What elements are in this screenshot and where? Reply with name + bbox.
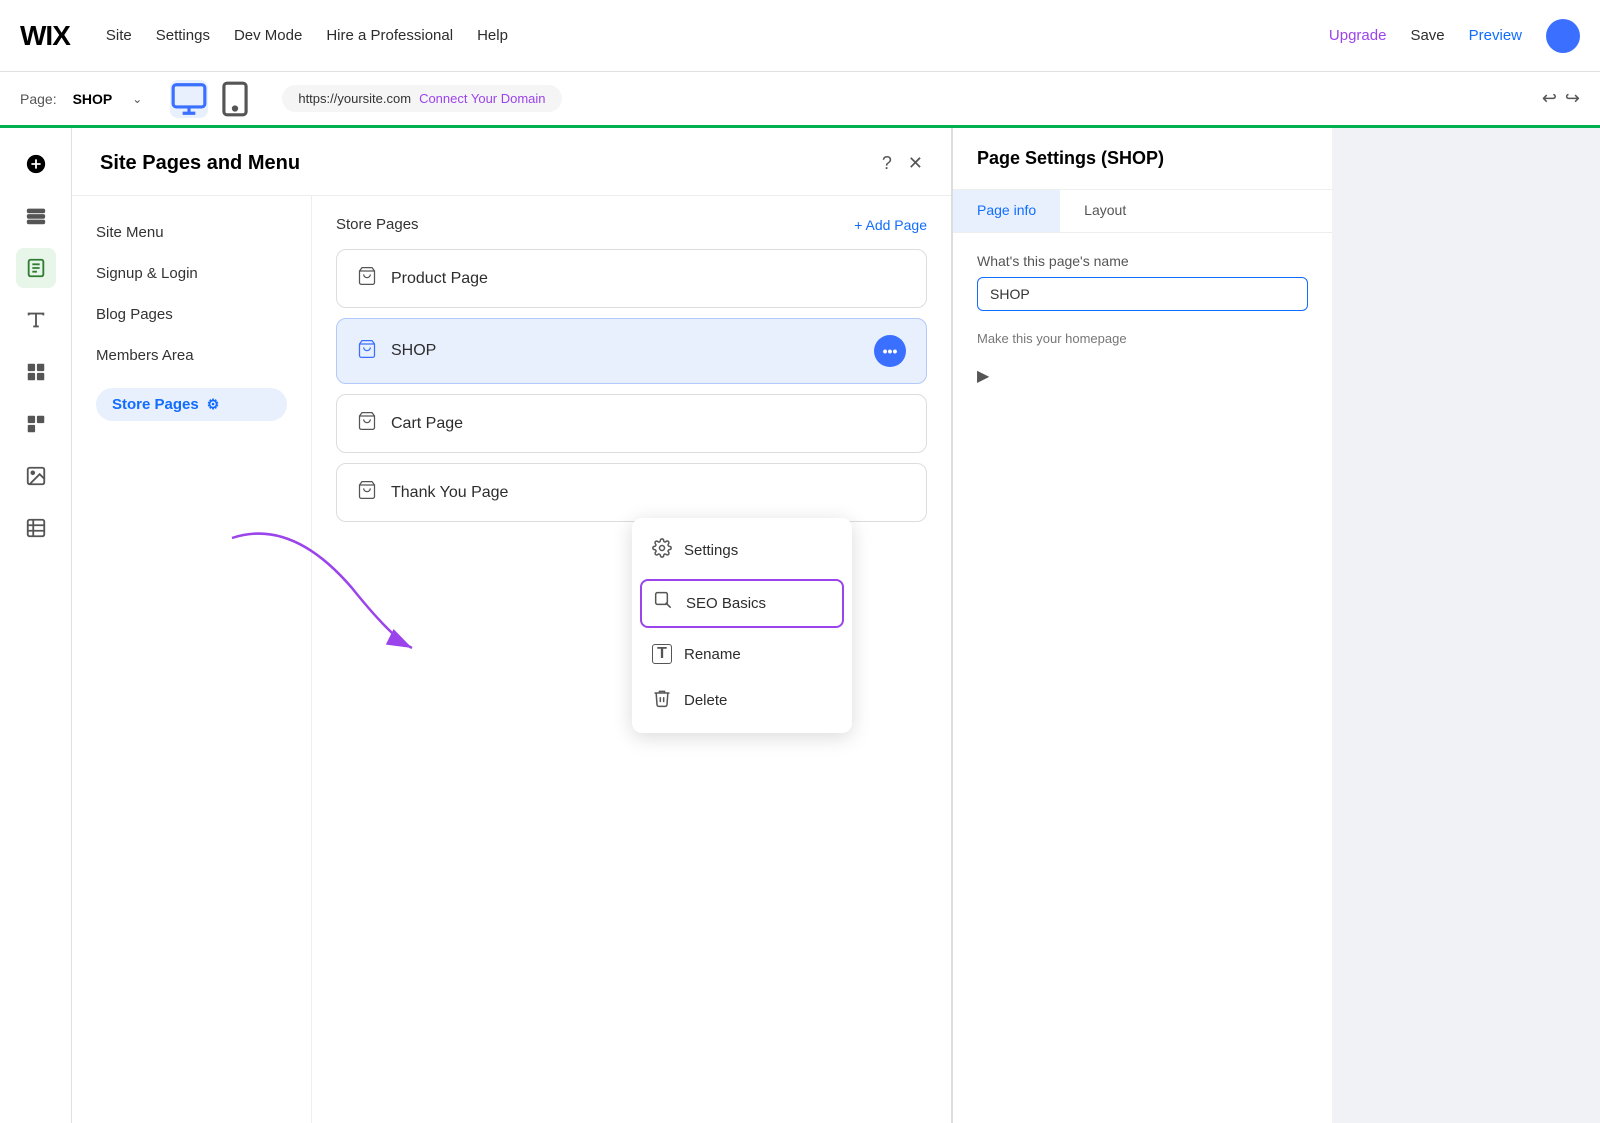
shop-page-icon <box>357 339 377 364</box>
thankyou-page-label: Thank You Page <box>391 484 508 502</box>
sidebar-plugins-icon[interactable] <box>16 404 56 444</box>
sidebar-table-icon[interactable] <box>16 508 56 548</box>
device-buttons <box>170 80 254 118</box>
panel-title: Site Pages and Menu <box>100 152 300 175</box>
three-dots-btn[interactable]: ••• <box>874 335 906 367</box>
context-settings[interactable]: Settings <box>632 526 852 575</box>
panel-header-icons: ? ✕ <box>882 153 923 174</box>
nav-store-pages[interactable]: Store Pages ⚙ <box>72 376 311 433</box>
nav-site[interactable]: Site <box>106 27 132 44</box>
nav-help[interactable]: Help <box>477 27 508 44</box>
rename-icon: T <box>652 644 672 664</box>
sidebar-media-icon[interactable] <box>16 456 56 496</box>
store-pages-label: Store Pages <box>112 396 199 413</box>
nav-upgrade[interactable]: Upgrade <box>1329 27 1387 44</box>
nav-blog-pages[interactable]: Blog Pages <box>72 294 311 335</box>
settings-section: Make this your homepage <box>977 331 1308 346</box>
store-pages-title: Store Pages <box>336 216 419 233</box>
product-page-label: Product Page <box>391 270 488 288</box>
settings-tabs: Page info Layout <box>953 190 1332 233</box>
panel-nav: Site Menu Signup & Login Blog Pages Memb… <box>72 196 312 1123</box>
top-nav: WIX Site Settings Dev Mode Hire a Profes… <box>0 0 1600 72</box>
left-sidebar <box>0 128 72 1123</box>
pages-list-header: Store Pages + Add Page <box>336 216 927 233</box>
store-pages-gear-icon[interactable]: ⚙ <box>207 396 220 413</box>
forward-arrow-btn[interactable]: ↪ <box>1565 88 1580 109</box>
product-page-icon <box>357 266 377 291</box>
nav-members-area[interactable]: Members Area <box>72 335 311 376</box>
connect-domain-link[interactable]: Connect Your Domain <box>419 91 545 106</box>
url-text: https://yoursite.com <box>298 91 411 106</box>
page-label: Page: <box>20 91 57 107</box>
tab-page-info[interactable]: Page info <box>953 190 1060 232</box>
main-area: Site Pages and Menu ? ✕ Site Menu Signup… <box>0 128 1600 1123</box>
page-dropdown-arrow[interactable]: ⌄ <box>132 92 142 106</box>
nav-signup-login[interactable]: Signup & Login <box>72 253 311 294</box>
context-seo-label: SEO Basics <box>686 595 766 612</box>
seo-icon <box>654 591 674 616</box>
cart-page-label: Cart Page <box>391 415 463 433</box>
panel-area: Site Pages and Menu ? ✕ Site Menu Signup… <box>72 128 1600 1123</box>
sidebar-menu-icon[interactable] <box>16 196 56 236</box>
context-delete[interactable]: Delete <box>632 676 852 725</box>
page-item-cart[interactable]: Cart Page <box>336 394 927 453</box>
nav-hire-professional[interactable]: Hire a Professional <box>326 27 453 44</box>
context-seo-basics[interactable]: SEO Basics <box>640 579 844 628</box>
nav-arrows: ↩ ↪ <box>1542 88 1580 109</box>
page-item-shop[interactable]: SHOP ••• <box>336 318 927 384</box>
context-delete-label: Delete <box>684 692 727 709</box>
context-rename-label: Rename <box>684 646 741 663</box>
page-settings-panel: Page Settings (SHOP) Page info Layout Wh… <box>952 128 1332 1123</box>
panel-header: Site Pages and Menu ? ✕ <box>72 128 951 196</box>
wix-logo: WIX <box>20 20 70 52</box>
page-name-label: What's this page's name <box>977 253 1308 269</box>
settings-title: Page Settings (SHOP) <box>977 148 1164 168</box>
sidebar-pages-icon[interactable] <box>16 248 56 288</box>
context-rename[interactable]: T Rename <box>632 632 852 676</box>
url-bar: https://yoursite.com Connect Your Domain <box>282 85 561 112</box>
settings-body: What's this page's name Make this your h… <box>953 233 1332 406</box>
sidebar-add-icon[interactable] <box>16 144 56 184</box>
close-icon-btn[interactable]: ✕ <box>908 153 923 174</box>
page-item-product[interactable]: Product Page <box>336 249 927 308</box>
desktop-device-btn[interactable] <box>170 80 208 118</box>
settings-header: Page Settings (SHOP) <box>953 128 1332 190</box>
context-menu: Settings SEO Basics T Rename Delete <box>632 518 852 733</box>
page-item-thankyou[interactable]: Thank You Page <box>336 463 927 522</box>
nav-settings[interactable]: Settings <box>156 27 210 44</box>
shop-page-label: SHOP <box>391 342 436 360</box>
sidebar-apps-icon[interactable] <box>16 352 56 392</box>
homepage-text: Make this your homepage <box>977 331 1308 346</box>
page-name-input[interactable] <box>977 277 1308 311</box>
page-name: SHOP <box>73 91 113 107</box>
thankyou-page-icon <box>357 480 377 505</box>
nav-site-menu[interactable]: Site Menu <box>72 212 311 253</box>
nav-dev-mode[interactable]: Dev Mode <box>234 27 302 44</box>
mobile-device-btn[interactable] <box>216 80 254 118</box>
settings-icon <box>652 538 672 563</box>
avatar[interactable] <box>1546 19 1580 53</box>
store-pages-pill: Store Pages ⚙ <box>96 388 287 421</box>
context-settings-label: Settings <box>684 542 738 559</box>
help-icon-btn[interactable]: ? <box>882 153 892 174</box>
nav-save[interactable]: Save <box>1410 27 1444 44</box>
tab-layout[interactable]: Layout <box>1060 190 1150 232</box>
cart-page-icon <box>357 411 377 436</box>
nav-preview[interactable]: Preview <box>1469 27 1522 44</box>
delete-icon <box>652 688 672 713</box>
arrow-right-icon: ▶ <box>977 366 1308 386</box>
add-page-btn[interactable]: + Add Page <box>854 217 927 233</box>
second-bar: Page: SHOP ⌄ https://yoursite.com Connec… <box>0 72 1600 128</box>
sidebar-text-icon[interactable] <box>16 300 56 340</box>
back-arrow-btn[interactable]: ↩ <box>1542 88 1557 109</box>
